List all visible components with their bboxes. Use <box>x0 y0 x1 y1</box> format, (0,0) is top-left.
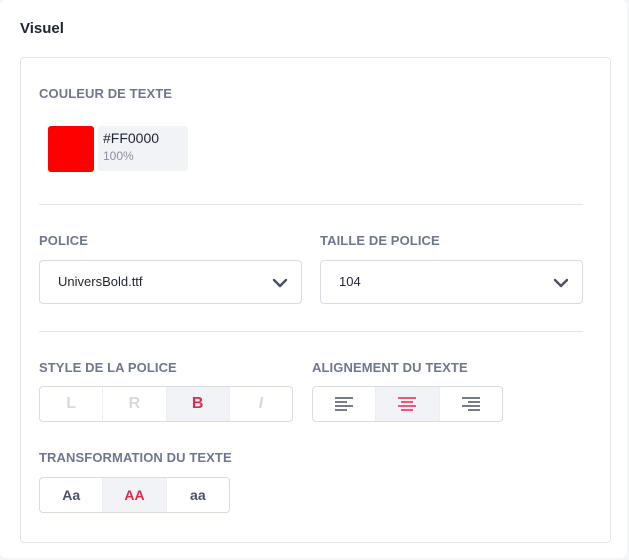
font-style-bold-button[interactable]: B <box>166 387 230 421</box>
font-select-value: UniversBold.ttf <box>58 274 143 289</box>
font-style-light-label: L <box>66 395 77 412</box>
transform-lowercase-label: aa <box>190 487 206 503</box>
font-style-italic-label: I <box>258 395 264 412</box>
align-center-button[interactable] <box>376 387 440 421</box>
alignment-label: ALIGNEMENT DU TEXTE <box>312 360 468 375</box>
visual-panel: Visuel COULEUR DE TEXTE #FF0000 100% POL… <box>0 0 627 558</box>
transform-uppercase-label: AA <box>124 487 145 503</box>
divider <box>39 204 583 205</box>
color-swatch[interactable] <box>48 126 94 172</box>
panel-title: Visuel <box>20 20 64 37</box>
font-select[interactable]: UniversBold.ttf <box>39 260 302 304</box>
font-style-group: L R B I <box>39 386 293 422</box>
font-style-bold-label: B <box>191 395 204 412</box>
align-right-icon <box>461 397 480 411</box>
text-color-label: COULEUR DE TEXTE <box>39 86 173 101</box>
font-style-regular-button[interactable]: R <box>103 387 167 421</box>
transform-uppercase-button[interactable]: AA <box>103 478 167 512</box>
font-style-italic-button[interactable]: I <box>230 387 292 421</box>
font-style-regular-label: R <box>128 395 141 412</box>
font-style-light-button[interactable]: L <box>40 387 104 421</box>
transform-lowercase-button[interactable]: aa <box>167 478 229 512</box>
font-label: POLICE <box>39 233 88 248</box>
color-value-box[interactable]: #FF0000 100% <box>98 126 188 171</box>
transform-capitalize-label: Aa <box>62 487 81 503</box>
alignment-group <box>312 386 503 422</box>
align-right-button[interactable] <box>440 387 502 421</box>
settings-card: COULEUR DE TEXTE #FF0000 100% POLICE Uni… <box>20 57 611 543</box>
align-center-icon <box>398 397 417 411</box>
chevron-down-icon <box>553 278 569 288</box>
color-opacity: 100% <box>103 149 134 163</box>
chevron-down-icon <box>272 278 288 288</box>
font-size-select[interactable]: 104 <box>320 260 583 304</box>
font-size-label: TAILLE DE POLICE <box>320 233 440 248</box>
align-left-icon <box>335 397 354 411</box>
transform-label: TRANSFORMATION DU TEXTE <box>39 450 232 465</box>
divider <box>39 331 583 332</box>
align-left-button[interactable] <box>313 387 377 421</box>
font-size-select-value: 104 <box>339 274 361 289</box>
transform-capitalize-button[interactable]: Aa <box>40 478 104 512</box>
transform-group: Aa AA aa <box>39 477 230 513</box>
color-hex: #FF0000 <box>103 130 160 146</box>
font-style-label: STYLE DE LA POLICE <box>39 360 177 375</box>
